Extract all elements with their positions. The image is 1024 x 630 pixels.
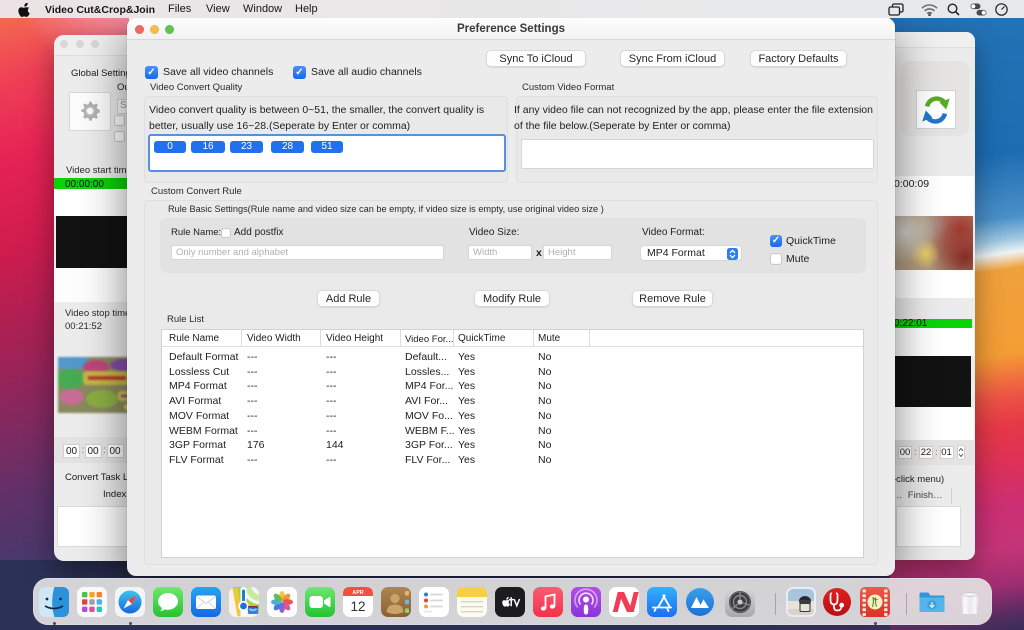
svg-text:12: 12 bbox=[350, 599, 365, 614]
svg-text:APR: APR bbox=[352, 590, 363, 596]
